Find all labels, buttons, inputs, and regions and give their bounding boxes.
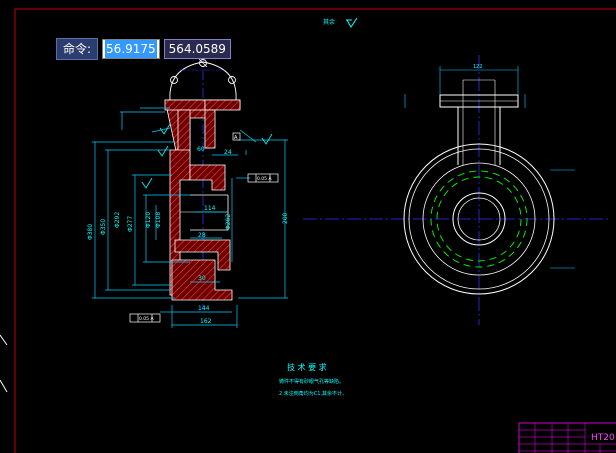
roughness-note: 其余 (323, 18, 335, 26)
roughness-mark (261, 133, 273, 145)
tech-req-line-2: 2.未注倒角均为C1,其余不计。 (279, 390, 347, 397)
dim-d108: Φ108 (155, 212, 162, 228)
coordinate-input-bar: 命令: 56.9175 564.0589 (56, 38, 231, 60)
roughness-symbol (346, 17, 358, 28)
command-prompt-label: 命令: (56, 38, 99, 60)
end-view-top-dim: 122 (473, 64, 483, 70)
dim-d114: 114 (204, 205, 216, 212)
dim-d282: Φ282 (225, 214, 232, 230)
y-coordinate-input[interactable]: 564.0589 (163, 39, 231, 59)
tolerance-frame-right: 0.05 A (247, 173, 279, 183)
dim-d200: 200 (282, 212, 289, 224)
cad-drawing-canvas[interactable]: 其余 Φ380 Φ350 Φ292 Φ277 Φ120 Φ108 Φ282 20… (0, 0, 616, 453)
roughness-mark (141, 177, 153, 189)
svg-text:A: A (234, 135, 238, 141)
dim-d60: 60 (197, 146, 205, 153)
dim-d162: 162 (200, 318, 212, 325)
roughness-mark (157, 145, 169, 157)
tolerance-frame-bottom: 0.05 A (129, 313, 161, 323)
dim-d24: 24 (224, 149, 232, 156)
left-margin-line (0, 334, 8, 346)
dim-d120: Φ120 (145, 212, 152, 228)
material-label: HT20 (591, 433, 615, 443)
dim-d28: 28 (198, 232, 206, 239)
dim-d30: 30 (198, 275, 206, 282)
dim-d144: 144 (198, 305, 210, 312)
tolerance-value: 0.05 A (257, 176, 272, 182)
end-view: 122 (303, 55, 610, 325)
dim-d292: Φ292 (114, 212, 121, 228)
left-margin-line (0, 379, 8, 393)
x-coordinate-input[interactable]: 56.9175 (102, 39, 160, 59)
tolerance-value-bottom: 0.05 A (139, 316, 154, 322)
x-coordinate-value: 56.9175 (105, 40, 157, 58)
tech-req-line-1: 铸件不得有砂眼气孔等缺陷。 (279, 378, 344, 385)
section-view: Φ380 Φ350 Φ292 Φ277 Φ120 Φ108 Φ282 200 1… (87, 52, 289, 328)
title-block: HT20 (518, 422, 616, 453)
datum-a-marker: A (232, 132, 241, 141)
dim-d277: Φ277 (127, 216, 134, 232)
dim-d350: Φ350 (100, 219, 107, 235)
dim-d380: Φ380 (87, 224, 94, 240)
tech-req-title: 技 术 要 求 (287, 362, 327, 372)
